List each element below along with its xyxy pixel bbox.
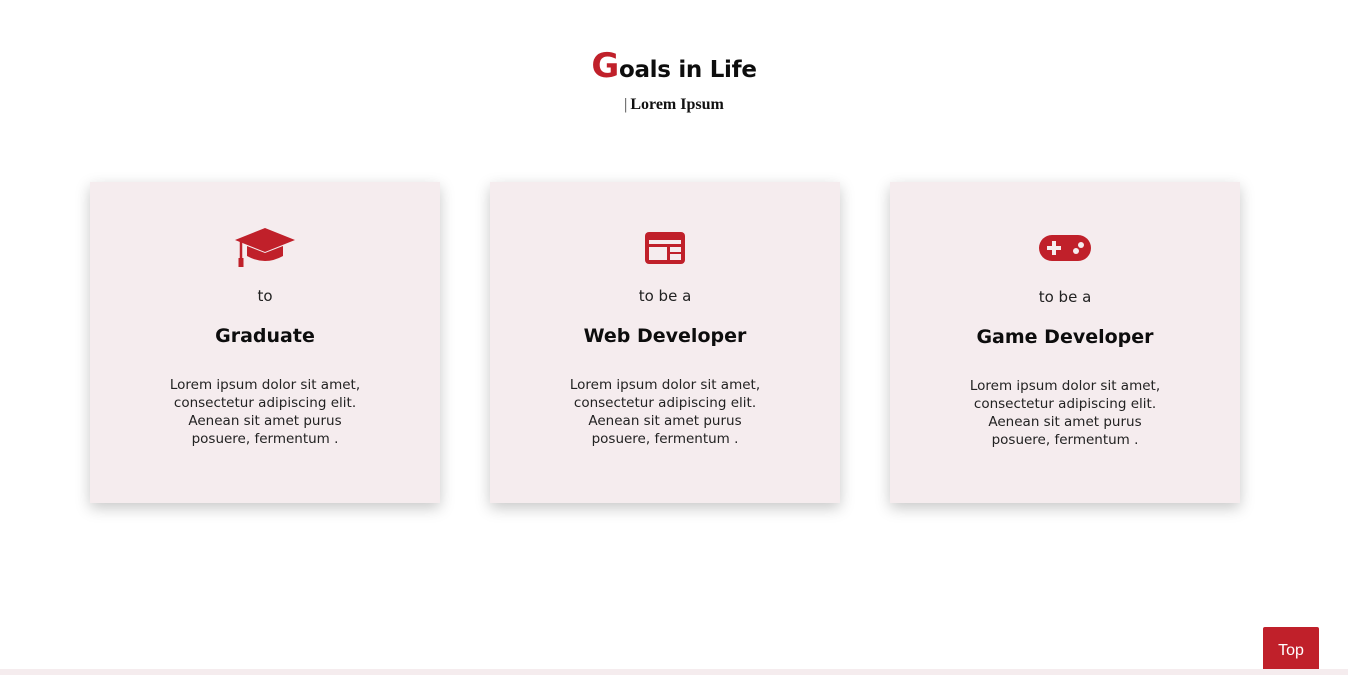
title-rest: oals in Life [618,57,757,83]
page-subtitle: | Lorem Ipsum [0,96,1348,114]
subtitle-text: Lorem Ipsum [630,96,724,113]
goal-prefix: to [257,287,273,305]
footer-divider [0,669,1348,675]
section-header: Goals in Life | Lorem Ipsum [0,44,1348,114]
gamepad-icon [890,226,1240,270]
goal-card-web-developer: to be a Web Developer Lorem ipsum dolor … [490,182,840,503]
title-first-letter: G [591,46,619,86]
graduation-cap-icon [90,226,440,270]
goal-prefix: to be a [638,287,692,305]
page: Goals in Life | Lorem Ipsum to Graduate L… [0,0,1348,675]
subtitle-bar: | [624,96,628,113]
goal-description: Lorem ipsum dolor sit amet, consectetur … [169,377,361,447]
goal-description: Lorem ipsum dolor sit amet, consectetur … [969,378,1161,448]
goal-card-game-developer: to be a Game Developer Lorem ipsum dolor… [890,182,1240,503]
goal-cards: to Graduate Lorem ipsum dolor sit amet, … [90,182,1240,503]
goal-title: Game Developer [976,326,1154,348]
back-to-top-button[interactable]: Top [1263,627,1319,675]
page-title: Goals in Life [0,44,1348,92]
goal-description: Lorem ipsum dolor sit amet, consectetur … [569,377,761,447]
goal-prefix: to be a [1038,288,1092,306]
goal-title: Web Developer [583,325,747,347]
goal-card-graduate: to Graduate Lorem ipsum dolor sit amet, … [90,182,440,503]
browser-window-icon [490,226,840,270]
goal-title: Graduate [215,325,315,347]
